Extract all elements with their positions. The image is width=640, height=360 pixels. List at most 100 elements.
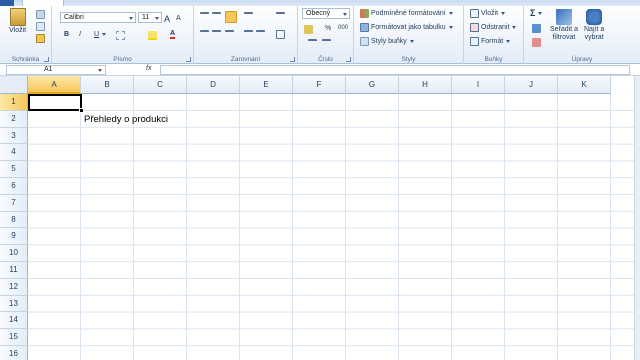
- column-header-e[interactable]: E: [240, 76, 293, 94]
- row-header-4[interactable]: 4: [0, 144, 28, 162]
- active-cell-a1[interactable]: [28, 94, 82, 111]
- row-header-10[interactable]: 10: [0, 245, 28, 262]
- group-editing: Σ Seřadit a filtrovat Najít a vybrat Úpr…: [524, 6, 640, 64]
- column-header-b[interactable]: B: [81, 76, 134, 94]
- group-label-cells: Buňky: [484, 56, 503, 63]
- clipboard-launcher-icon[interactable]: [44, 57, 49, 62]
- column-header-f[interactable]: F: [293, 76, 346, 94]
- percent-button[interactable]: %: [325, 25, 331, 32]
- grow-font-button[interactable]: A: [164, 14, 170, 24]
- align-top-icon[interactable]: [200, 12, 209, 21]
- column-header-g[interactable]: G: [346, 76, 399, 94]
- row-header-5[interactable]: 5: [0, 161, 28, 178]
- group-font: Calibri 11 A A B I U A Písmo: [52, 6, 194, 64]
- row-header-7[interactable]: 7: [0, 194, 28, 212]
- sort-filter-button[interactable]: Seřadit a filtrovat: [550, 9, 578, 41]
- formula-input[interactable]: [160, 65, 630, 75]
- paste-icon: [9, 8, 26, 26]
- format-as-table-button[interactable]: Formátovat jako tabulku: [360, 23, 453, 32]
- fill-icon[interactable]: [532, 24, 541, 33]
- clear-icon[interactable]: [532, 38, 541, 47]
- cells-area[interactable]: [28, 94, 634, 360]
- cell-styles-label: Styly buňky: [371, 38, 407, 45]
- name-box[interactable]: A1: [6, 65, 106, 75]
- cut-icon[interactable]: [36, 10, 45, 19]
- alignment-launcher-icon[interactable]: [290, 57, 295, 62]
- cell-styles-button[interactable]: Styly buňky: [360, 37, 414, 46]
- delete-cells-button[interactable]: Odstranit: [470, 23, 517, 32]
- font-color-button[interactable]: A: [170, 30, 176, 39]
- format-cells-label: Formát: [481, 38, 504, 45]
- row-header-6[interactable]: 6: [0, 178, 28, 195]
- merge-center-icon[interactable]: [276, 30, 285, 39]
- column-header-h[interactable]: H: [399, 76, 452, 94]
- italic-button[interactable]: I: [79, 31, 81, 38]
- fill-color-icon[interactable]: [148, 31, 157, 40]
- shrink-font-button[interactable]: A: [176, 15, 181, 22]
- font-size-value: 11: [142, 14, 150, 21]
- vertical-scrollbar[interactable]: [634, 76, 640, 360]
- autosum-button[interactable]: Σ: [530, 8, 543, 18]
- currency-icon[interactable]: [304, 25, 313, 34]
- insert-function-button[interactable]: fx: [146, 65, 151, 72]
- decrease-decimal-icon[interactable]: [322, 39, 331, 48]
- column-header-i[interactable]: I: [452, 76, 505, 94]
- row-header-1[interactable]: 1: [0, 94, 28, 111]
- row-header-12[interactable]: 12: [0, 278, 28, 296]
- column-header-k[interactable]: K: [558, 76, 611, 94]
- thousands-label: 000: [338, 25, 349, 31]
- column-header-j[interactable]: J: [505, 76, 558, 94]
- column-header-d[interactable]: D: [187, 76, 240, 94]
- number-launcher-icon[interactable]: [346, 57, 351, 62]
- format-cells-button[interactable]: Formát: [470, 37, 511, 46]
- ribbon: Vložit Schránka Calibri 11 A A B I U A P…: [0, 6, 640, 64]
- find-select-button[interactable]: Najít a vybrat: [584, 9, 604, 41]
- row-header-11[interactable]: 11: [0, 262, 28, 279]
- increase-decimal-icon[interactable]: [308, 39, 317, 48]
- orientation-icon[interactable]: [244, 12, 253, 21]
- row-header-9[interactable]: 9: [0, 228, 28, 246]
- row-header-13[interactable]: 13: [0, 295, 28, 313]
- paste-label: Vložit: [9, 27, 27, 34]
- row-header-2[interactable]: 2: [0, 110, 28, 128]
- align-bottom-icon[interactable]: [225, 11, 237, 23]
- number-format-select[interactable]: Obecný: [302, 8, 350, 19]
- align-left-icon[interactable]: [200, 30, 209, 39]
- wrap-text-icon[interactable]: [276, 12, 285, 21]
- grow-font-label: A: [164, 14, 171, 24]
- row-header-8[interactable]: 8: [0, 211, 28, 229]
- column-header-c[interactable]: C: [134, 76, 187, 94]
- cell-b2[interactable]: Přehledy o produkci: [84, 114, 168, 125]
- column-header-a[interactable]: A: [28, 76, 81, 94]
- row-header-15[interactable]: 15: [0, 329, 28, 346]
- select-all-button[interactable]: [0, 76, 28, 94]
- row-header-16[interactable]: 16: [0, 346, 28, 360]
- autosum-label: Σ: [530, 8, 536, 18]
- increase-indent-icon[interactable]: [256, 30, 265, 39]
- sort-filter-icon: [556, 9, 573, 25]
- chevron-down-icon: [343, 13, 347, 16]
- borders-icon[interactable]: [116, 31, 125, 40]
- bold-button[interactable]: B: [64, 31, 69, 38]
- align-right-icon[interactable]: [225, 30, 234, 39]
- font-size-select[interactable]: 11: [138, 12, 162, 23]
- format-painter-icon[interactable]: [36, 34, 45, 43]
- group-number: Obecný % 000 Číslo: [298, 6, 354, 64]
- copy-icon[interactable]: [36, 22, 45, 31]
- font-name-select[interactable]: Calibri: [60, 12, 136, 23]
- insert-cells-button[interactable]: Vložit: [470, 9, 506, 18]
- align-center-icon[interactable]: [212, 30, 221, 39]
- conditional-formatting-button[interactable]: Podmíněné formátování: [360, 9, 453, 18]
- font-launcher-icon[interactable]: [186, 57, 191, 62]
- fill-handle[interactable]: [79, 108, 84, 113]
- underline-button[interactable]: U: [94, 31, 107, 38]
- decrease-indent-icon[interactable]: [244, 30, 253, 39]
- group-styles: Podmíněné formátování Formátovat jako ta…: [354, 6, 464, 64]
- thousands-button[interactable]: 000: [338, 25, 348, 31]
- row-header-3[interactable]: 3: [0, 127, 28, 145]
- group-label-alignment: Zarovnání: [230, 56, 261, 63]
- row-header-14[interactable]: 14: [0, 312, 28, 330]
- chevron-down-icon: [129, 17, 133, 20]
- align-middle-icon[interactable]: [212, 12, 221, 21]
- paste-button[interactable]: Vložit: [9, 8, 26, 34]
